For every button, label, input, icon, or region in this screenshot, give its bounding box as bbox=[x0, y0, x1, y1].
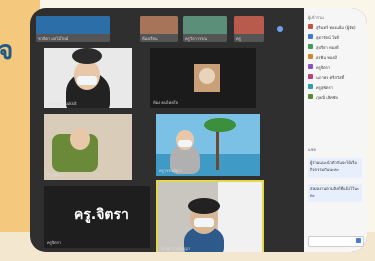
participant-row[interactable]: ครูสุพัตรา bbox=[308, 84, 364, 90]
participant-row[interactable]: สุปรียา ทองดี bbox=[308, 44, 364, 50]
meeting-sidebar: ผู้เข้าร่วม สุรินทร์ ทองแย้ม (ผู้จัด) สุ… bbox=[304, 8, 367, 252]
participant-row[interactable]: สุดารัตน์ ใจดี bbox=[308, 34, 364, 40]
participant-row[interactable]: อรพิน ทองมี bbox=[308, 54, 364, 60]
meeting-window: ชวลิตา ผลไม้ไหม้ ห้องเรียน ครูวิลาวรรณ ค… bbox=[30, 8, 367, 252]
participant-thumb[interactable]: ครูวิลาวรรณ bbox=[183, 16, 227, 42]
participant-caption: ห้อง คนไทยใจ bbox=[153, 100, 178, 105]
participant-caption: ครูวรรณนิภา bbox=[159, 168, 182, 173]
participants-title: ผู้เข้าร่วม bbox=[308, 15, 324, 20]
send-icon[interactable] bbox=[356, 238, 361, 243]
video-tile[interactable]: ครูวรรณนิภา bbox=[156, 114, 260, 176]
name-card: ครู.จิตรา bbox=[74, 207, 129, 223]
participant-caption: ห้องเรียน bbox=[142, 36, 158, 41]
chat-title: แชท bbox=[308, 147, 316, 152]
video-tile[interactable]: ครูสุพัตรา bbox=[44, 114, 132, 180]
background-letter: จ bbox=[0, 36, 14, 66]
participant-caption: ครูวิลาวรรณ bbox=[185, 36, 208, 41]
participant-caption: ครูจิตรา bbox=[47, 240, 62, 245]
participant-row[interactable]: นภาพร ศรีสวัสดิ์ bbox=[308, 74, 364, 80]
chat-message: ผู้ร่วมแนะนำตัวกันจะได้เริ่มกิจกรรมกันนะ… bbox=[308, 158, 362, 178]
participant-caption: นางสาว สุกัญญา bbox=[161, 246, 191, 251]
participant-row[interactable]: ครูจิตรา bbox=[308, 64, 364, 70]
video-tile[interactable]: yardung suksit bbox=[44, 48, 132, 108]
participant-thumb[interactable]: ชวลิตา ผลไม้ไหม้ bbox=[36, 16, 110, 42]
participant-caption: ชวลิตา ผลไม้ไหม้ bbox=[38, 36, 69, 41]
video-tile-active-speaker[interactable]: นางสาว สุกัญญา bbox=[156, 180, 264, 252]
participant-row[interactable]: สุรินทร์ ทองแย้ม (ผู้จัด) bbox=[308, 24, 364, 30]
participant-thumb[interactable]: ครู bbox=[234, 16, 264, 42]
video-tile[interactable]: ห้อง คนไทยใจ bbox=[150, 48, 256, 108]
participant-strip: ชวลิตา ผลไม้ไหม้ ห้องเรียน ครูวิลาวรรณ ค… bbox=[36, 13, 298, 45]
participant-caption: yardung suksit bbox=[47, 101, 77, 106]
video-tile[interactable]: ครู.จิตรา ครูจิตรา bbox=[44, 186, 150, 248]
participant-row[interactable]: ภุษณี เลิศชัย bbox=[308, 94, 364, 100]
chat-message: ส่งผลงานตามลิงก์ที่แจ้งไว้นะคะ bbox=[308, 184, 362, 202]
participant-thumb[interactable]: ห้องเรียน bbox=[140, 16, 178, 42]
participant-caption: ครูสุพัตรา bbox=[47, 172, 64, 177]
participant-caption: ครู bbox=[236, 36, 241, 41]
camera-icon[interactable] bbox=[277, 26, 283, 32]
